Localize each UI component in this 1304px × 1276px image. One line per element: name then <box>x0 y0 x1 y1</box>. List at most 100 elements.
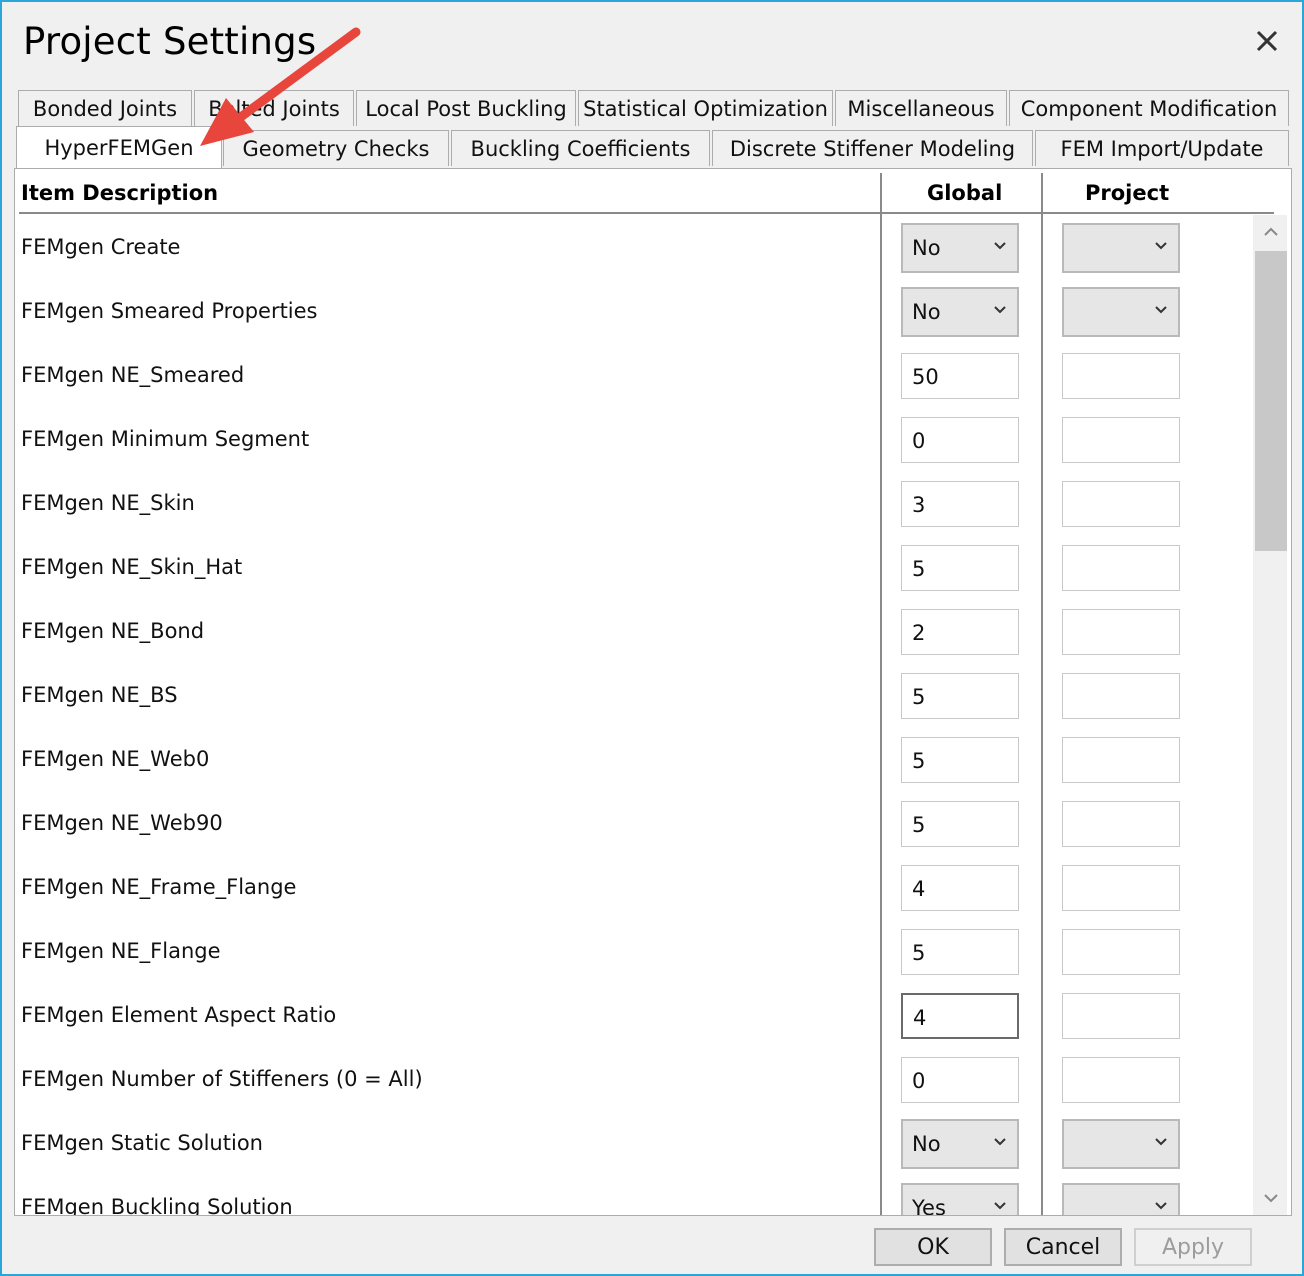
project-dropdown[interactable] <box>1062 287 1180 337</box>
input-value: 4 <box>912 877 926 901</box>
tab-geometry-checks[interactable]: Geometry Checks <box>223 130 449 166</box>
tab-component-modification[interactable]: Component Modification <box>1009 90 1289 126</box>
global-input[interactable]: 2 <box>901 609 1019 655</box>
header-divider <box>19 212 1274 214</box>
chevron-up-icon[interactable] <box>1263 227 1279 237</box>
chevron-down-icon <box>1155 306 1167 314</box>
header-item-description: Item Description <box>21 181 219 205</box>
table-row: FEMgen NE_Skin 3 <box>15 473 1253 537</box>
tab-miscellaneous[interactable]: Miscellaneous <box>835 90 1007 126</box>
table-row: FEMgen NE_Frame_Flange 4 <box>15 857 1253 921</box>
table-row: FEMgen Static Solution No <box>15 1113 1253 1177</box>
table-row: FEMgen Buckling Solution Yes <box>15 1177 1253 1216</box>
table-row: FEMgen NE_BS 5 <box>15 665 1253 729</box>
project-input[interactable] <box>1062 673 1180 719</box>
chevron-down-icon <box>994 1138 1006 1146</box>
row-label: FEMgen Minimum Segment <box>21 427 310 451</box>
project-input[interactable] <box>1062 993 1180 1039</box>
project-settings-window: Project Settings Bonded Joints Bolted Jo… <box>0 0 1304 1276</box>
table-row: FEMgen NE_Web90 5 <box>15 793 1253 857</box>
ok-button[interactable]: OK <box>874 1228 992 1266</box>
global-input[interactable]: 5 <box>901 545 1019 591</box>
global-dropdown[interactable]: No <box>901 287 1019 337</box>
global-dropdown[interactable]: No <box>901 223 1019 273</box>
project-dropdown[interactable] <box>1062 223 1180 273</box>
global-input[interactable]: 4 <box>901 865 1019 911</box>
table-row: FEMgen NE_Bond 2 <box>15 601 1253 665</box>
global-input[interactable]: 5 <box>901 673 1019 719</box>
row-label: FEMgen Smeared Properties <box>21 299 318 323</box>
row-label: FEMgen NE_BS <box>21 683 178 707</box>
global-input[interactable]: 5 <box>901 737 1019 783</box>
global-dropdown[interactable]: No <box>901 1119 1019 1169</box>
chevron-down-icon[interactable] <box>1263 1193 1279 1203</box>
cancel-button[interactable]: Cancel <box>1004 1228 1122 1266</box>
tab-fem-import-update[interactable]: FEM Import/Update <box>1035 130 1289 166</box>
project-input[interactable] <box>1062 865 1180 911</box>
scrollbar-thumb[interactable] <box>1255 251 1287 551</box>
global-input[interactable]: 0 <box>901 1057 1019 1103</box>
table-row: FEMgen NE_Skin_Hat 5 <box>15 537 1253 601</box>
global-input[interactable]: 5 <box>901 801 1019 847</box>
project-input[interactable] <box>1062 1057 1180 1103</box>
tab-local-post-buckling[interactable]: Local Post Buckling <box>356 90 576 126</box>
project-input[interactable] <box>1062 737 1180 783</box>
row-label: FEMgen NE_Web0 <box>21 747 210 771</box>
global-input[interactable]: 4 <box>901 993 1019 1039</box>
header-global: Global <box>927 181 1003 205</box>
chevron-down-icon <box>994 306 1006 314</box>
global-input[interactable]: 50 <box>901 353 1019 399</box>
dropdown-value: Yes <box>912 1196 946 1216</box>
input-value: 5 <box>912 749 926 773</box>
tab-bonded-joints[interactable]: Bonded Joints <box>18 90 192 126</box>
global-input[interactable]: 5 <box>901 929 1019 975</box>
project-input[interactable] <box>1062 801 1180 847</box>
dropdown-value: No <box>912 236 941 260</box>
global-input[interactable]: 0 <box>901 417 1019 463</box>
tab-bolted-joints[interactable]: Bolted Joints <box>194 90 354 126</box>
tab-statistical-optimization[interactable]: Statistical Optimization <box>578 90 833 126</box>
table-body: FEMgen Create No FEMgen Smeared Properti… <box>15 217 1253 1216</box>
row-label: FEMgen NE_Frame_Flange <box>21 875 297 899</box>
chevron-down-icon <box>994 242 1006 250</box>
row-label: FEMgen Element Aspect Ratio <box>21 1003 337 1027</box>
table-row: FEMgen Smeared Properties No <box>15 281 1253 345</box>
input-value: 3 <box>912 493 926 517</box>
row-label: FEMgen Buckling Solution <box>21 1195 293 1216</box>
tab-hyperfemgen[interactable]: HyperFEMGen <box>16 126 222 168</box>
project-dropdown[interactable] <box>1062 1119 1180 1169</box>
table-row: FEMgen NE_Flange 5 <box>15 921 1253 985</box>
row-label: FEMgen Static Solution <box>21 1131 263 1155</box>
dropdown-value: No <box>912 1132 941 1156</box>
input-value: 2 <box>912 621 926 645</box>
input-value: 5 <box>912 941 926 965</box>
table-row: FEMgen Minimum Segment 0 <box>15 409 1253 473</box>
project-input[interactable] <box>1062 929 1180 975</box>
project-input[interactable] <box>1062 417 1180 463</box>
row-label: FEMgen NE_Flange <box>21 939 221 963</box>
row-label: FEMgen NE_Web90 <box>21 811 223 835</box>
global-input[interactable]: 3 <box>901 481 1019 527</box>
settings-table: Item Description Global Project FEMgen C… <box>14 168 1292 1216</box>
table-row: FEMgen NE_Web0 5 <box>15 729 1253 793</box>
table-row: FEMgen Create No <box>15 217 1253 281</box>
apply-button[interactable]: Apply <box>1134 1228 1252 1266</box>
close-icon[interactable] <box>1250 24 1284 58</box>
table-row: FEMgen Element Aspect Ratio 4 <box>15 985 1253 1049</box>
project-input[interactable] <box>1062 609 1180 655</box>
project-input[interactable] <box>1062 353 1180 399</box>
row-label: FEMgen Number of Stiffeners (0 = All) <box>21 1067 423 1091</box>
project-input[interactable] <box>1062 481 1180 527</box>
tab-buckling-coefficients[interactable]: Buckling Coefficients <box>451 130 710 166</box>
project-dropdown[interactable] <box>1062 1183 1180 1215</box>
row-label: FEMgen NE_Skin_Hat <box>21 555 243 579</box>
global-dropdown[interactable]: Yes <box>901 1183 1019 1216</box>
tab-discrete-stiffener-modeling[interactable]: Discrete Stiffener Modeling <box>712 130 1033 166</box>
chevron-down-icon <box>1155 1202 1167 1210</box>
project-input[interactable] <box>1062 545 1180 591</box>
input-value: 4 <box>913 1006 927 1030</box>
table-row: FEMgen NE_Smeared 50 <box>15 345 1253 409</box>
input-value: 0 <box>912 429 926 453</box>
row-label: FEMgen NE_Skin <box>21 491 195 515</box>
vertical-scrollbar[interactable] <box>1253 215 1287 1215</box>
